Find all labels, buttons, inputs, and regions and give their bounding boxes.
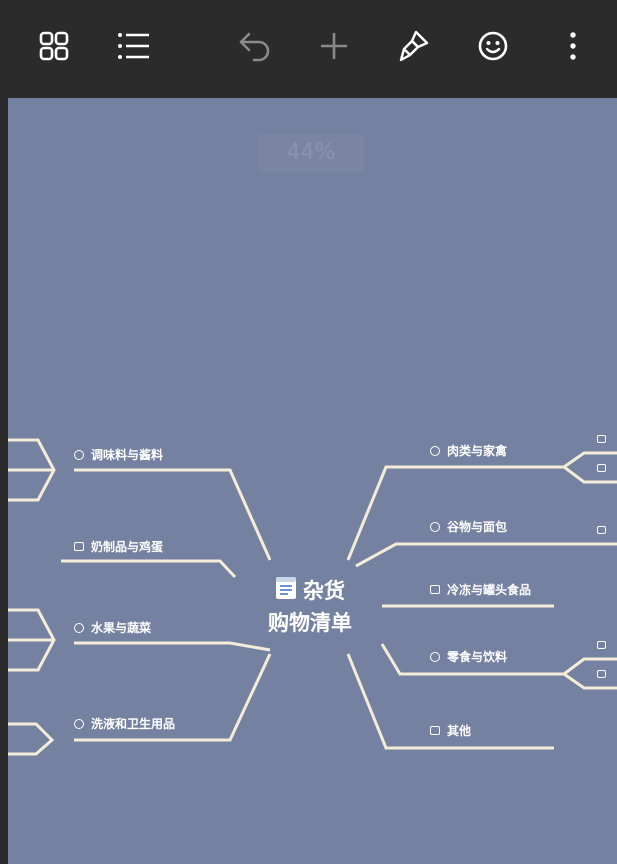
branch-node-dairy-eggs[interactable]: 奶制品与鸡蛋 — [74, 538, 163, 555]
node-status-marker — [74, 718, 84, 729]
add-icon[interactable] — [312, 24, 356, 68]
branch-node-seasonings[interactable]: 调味料与酱料 — [74, 446, 163, 463]
branch-node-snacks-drinks[interactable]: 零食与饮料 — [430, 648, 507, 665]
central-topic[interactable]: 杂货 购物清单 — [254, 576, 366, 638]
paint-brush-icon[interactable] — [392, 24, 436, 68]
branch-label: 调味料与酱料 — [91, 448, 164, 462]
subnode-marker[interactable] — [597, 435, 606, 443]
branch-label: 零食与饮料 — [447, 650, 508, 664]
node-status-marker — [74, 622, 84, 633]
branch-node-meat-poultry[interactable]: 肉类与家禽 — [430, 442, 507, 459]
top-toolbar — [0, 0, 617, 98]
branch-node-other[interactable]: 其他 — [430, 722, 471, 739]
branch-node-fruits-vegetables[interactable]: 水果与蔬菜 — [74, 619, 151, 636]
mindmap-canvas[interactable]: 44% 调味料与酱料 奶制品与鸡蛋 水果与蔬菜 洗液和卫生用品 肉类与家禽 谷物… — [8, 98, 617, 864]
node-status-marker — [430, 726, 440, 735]
emoji-icon[interactable] — [471, 24, 515, 68]
left-edge-strip — [0, 98, 8, 864]
node-status-marker — [74, 449, 84, 460]
branch-label: 冷冻与罐头食品 — [447, 583, 532, 597]
branch-label: 肉类与家禽 — [447, 444, 508, 458]
subnode-marker[interactable] — [597, 526, 606, 534]
subnode-marker[interactable] — [597, 670, 606, 678]
node-status-marker — [74, 542, 84, 551]
central-topic-title-line2: 购物清单 — [268, 611, 352, 635]
node-status-marker — [430, 521, 440, 532]
branch-label: 其他 — [447, 724, 472, 738]
outline-list-icon[interactable] — [111, 24, 155, 68]
subnode-marker[interactable] — [597, 464, 606, 472]
node-status-marker — [430, 445, 440, 456]
branch-label: 奶制品与鸡蛋 — [91, 540, 164, 554]
subnode-marker[interactable] — [597, 641, 606, 649]
more-vertical-icon[interactable] — [551, 24, 595, 68]
central-topic-title-line1: 杂货 — [303, 579, 345, 603]
document-icon — [275, 576, 297, 608]
app-window: 44% 调味料与酱料 奶制品与鸡蛋 水果与蔬菜 洗液和卫生用品 肉类与家禽 谷物… — [0, 0, 617, 864]
node-status-marker — [430, 585, 440, 594]
branch-label: 谷物与面包 — [447, 520, 508, 534]
connector-lines — [8, 438, 617, 756]
branch-label: 水果与蔬菜 — [91, 621, 152, 635]
undo-icon[interactable] — [233, 24, 277, 68]
branch-node-grains-bread[interactable]: 谷物与面包 — [430, 518, 507, 535]
branch-node-frozen-canned[interactable]: 冷冻与罐头食品 — [430, 581, 531, 598]
node-status-marker — [430, 651, 440, 662]
grid-view-icon[interactable] — [32, 24, 76, 68]
branch-node-toiletries[interactable]: 洗液和卫生用品 — [74, 715, 175, 732]
branch-label: 洗液和卫生用品 — [91, 717, 176, 731]
